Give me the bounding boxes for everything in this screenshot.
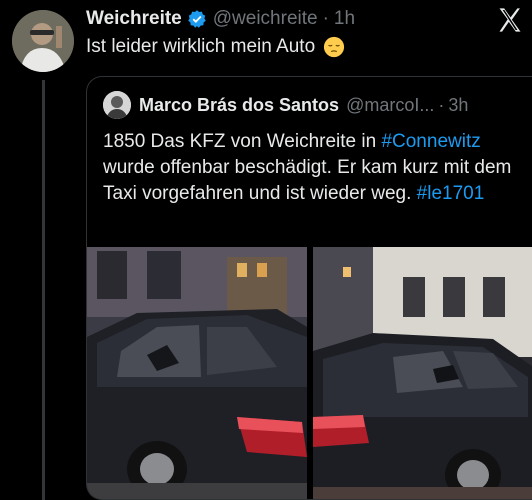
author-name[interactable]: Weichreite xyxy=(86,8,182,30)
profile-avatar[interactable] xyxy=(12,10,74,72)
thread-line xyxy=(42,80,45,500)
quoted-author-name[interactable]: Marco Brás dos Santos xyxy=(139,95,339,116)
verified-badge-icon xyxy=(188,10,206,28)
quoted-separator-dot: · xyxy=(438,94,445,115)
quoted-time[interactable]: 3h xyxy=(448,95,468,116)
car-photo-left[interactable] xyxy=(87,247,307,499)
hashtag-le1701-link[interactable]: #le1701 xyxy=(417,183,485,204)
tweet-text-content: Ist leider wirklich mein Auto xyxy=(86,36,316,57)
pensive-face-icon xyxy=(324,36,345,58)
photo-grid xyxy=(87,247,532,499)
quoted-text-part1: 1850 Das KFZ von Weichreite in xyxy=(103,131,382,152)
tweet-time[interactable]: 1h xyxy=(334,8,355,30)
quoted-avatar[interactable] xyxy=(103,91,131,119)
quoted-header: Marco Brás dos Santos @marcoI... · 3h xyxy=(103,91,468,119)
quoted-tweet[interactable]: Marco Brás dos Santos @marcoI... · 3h 18… xyxy=(86,76,532,500)
author-handle[interactable]: @weichreite xyxy=(213,8,318,30)
quoted-text: 1850 Das KFZ von Weichreite in #Connewit… xyxy=(103,129,523,207)
quoted-author-handle[interactable]: @marcoI... xyxy=(346,95,434,116)
hashtag-connewitz-link[interactable]: #Connewitz xyxy=(381,131,480,152)
separator-dot: · xyxy=(322,8,329,29)
tweet-text: Ist leider wirklich mein Auto xyxy=(86,36,345,58)
tweet-header: Weichreite @weichreite · 1h xyxy=(86,8,355,30)
x-logo-icon[interactable] xyxy=(496,6,524,34)
car-photo-right[interactable] xyxy=(313,247,532,499)
